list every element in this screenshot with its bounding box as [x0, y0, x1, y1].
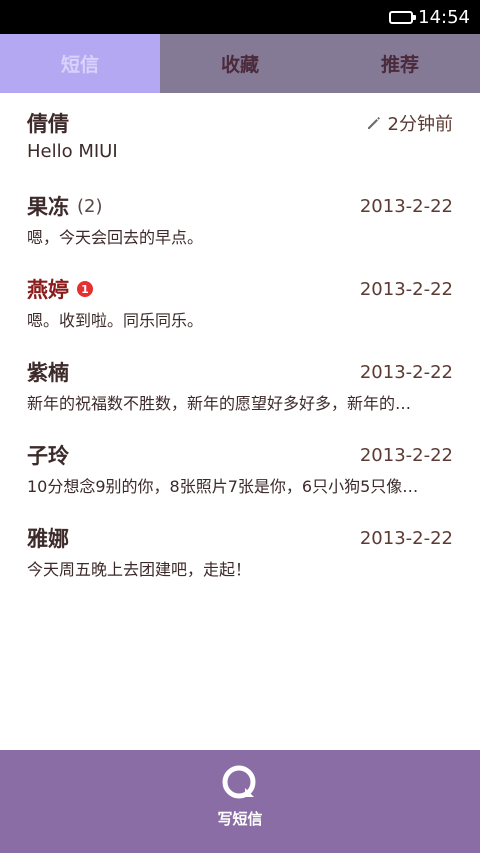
conversation-time: 2013-2-22	[359, 361, 453, 383]
contact-name: 果冻 (2)	[27, 195, 103, 219]
compose-label: 写短信	[217, 810, 263, 828]
message-preview: Hello MIUI	[27, 141, 118, 162]
message-preview: 今天周五晚上去团建吧，走起！	[27, 560, 252, 579]
conversation-item[interactable]: 子玲 2013-2-22 10分想念9别的你，8张照片7张是你，6只小狗5只像…	[0, 425, 480, 508]
contact-name: 雅娜	[27, 527, 69, 551]
conversation-item[interactable]: 燕婷 1 2013-2-22 嗯。收到啦。同乐同乐。	[0, 259, 480, 342]
conversation-time: 2分钟前	[366, 110, 453, 136]
unread-badge: 1	[77, 281, 93, 297]
tab-bar: 短信 收藏 推荐	[0, 34, 480, 93]
message-preview: 10分想念9别的你，8张照片7张是你，6只小狗5只像…	[27, 477, 419, 496]
conversation-item[interactable]: 雅娜 2013-2-22 今天周五晚上去团建吧，走起！	[0, 508, 480, 591]
tab-favorites[interactable]: 收藏	[160, 34, 320, 93]
conversation-item[interactable]: 倩倩 2分钟前 Hello MIUI	[0, 93, 480, 176]
message-count: (2)	[77, 195, 103, 217]
message-preview: 新年的祝福数不胜数，新年的愿望好多好多，新年的…	[27, 394, 412, 413]
conversation-time: 2013-2-22	[359, 195, 453, 217]
status-time: 14:54	[418, 6, 470, 28]
draft-pencil-icon	[367, 117, 380, 129]
compose-message-icon	[222, 765, 256, 799]
conversation-list: 倩倩 2分钟前 Hello MIUI 果冻 (2) 2013-2-22 嗯，今天…	[0, 93, 480, 591]
conversation-time: 2013-2-22	[359, 278, 453, 300]
battery-icon	[389, 10, 417, 24]
contact-name: 倩倩	[27, 112, 69, 136]
tab-recommended[interactable]: 推荐	[320, 34, 480, 93]
message-preview: 嗯。收到啦。同乐同乐。	[27, 311, 204, 330]
conversation-time: 2013-2-22	[359, 444, 453, 466]
tab-messages[interactable]: 短信	[0, 34, 160, 93]
contact-name: 紫楠	[27, 361, 69, 385]
contact-name: 燕婷 1	[27, 274, 93, 304]
contact-name: 子玲	[27, 444, 69, 468]
compose-button[interactable]: 写短信	[0, 750, 480, 853]
conversation-item[interactable]: 果冻 (2) 2013-2-22 嗯，今天会回去的早点。	[0, 176, 480, 259]
message-preview: 嗯，今天会回去的早点。	[27, 228, 204, 247]
conversation-item[interactable]: 紫楠 2013-2-22 新年的祝福数不胜数，新年的愿望好多好多，新年的…	[0, 342, 480, 425]
status-bar: 14:54	[0, 0, 480, 34]
conversation-time: 2013-2-22	[359, 527, 453, 549]
